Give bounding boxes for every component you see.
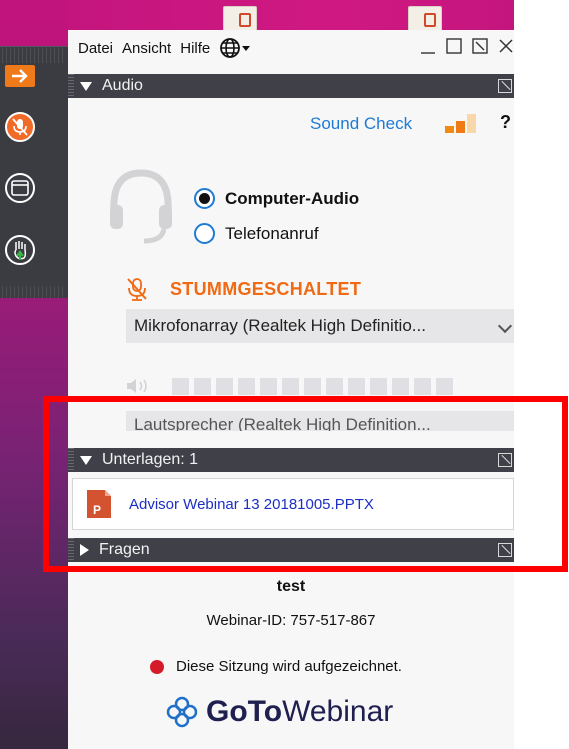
window-controls <box>420 38 514 54</box>
computer-audio-option[interactable]: Computer-Audio <box>194 188 359 209</box>
screen-view-button[interactable] <box>5 173 35 203</box>
caret-down-icon <box>242 46 251 51</box>
menu-file[interactable]: Datei <box>78 40 113 57</box>
desktop-file-icon[interactable] <box>408 6 442 30</box>
menu-view[interactable]: Ansicht <box>122 40 171 57</box>
menu-bar: Datei Ansicht Hilfe <box>68 30 514 66</box>
drag-grip[interactable] <box>2 47 66 63</box>
document-name-link[interactable]: Advisor Webinar 13 20181005.PPTX <box>129 496 374 513</box>
minimize-icon[interactable] <box>420 38 436 54</box>
drag-grip[interactable] <box>68 448 74 472</box>
speaker-dropdown[interactable]: Lautsprecher (Realtek High Definition... <box>126 411 514 431</box>
microphone-mute-button[interactable] <box>5 112 35 142</box>
restore-icon[interactable] <box>472 38 488 54</box>
phone-call-label: Telefonanruf <box>225 223 319 243</box>
language-menu[interactable] <box>219 37 251 59</box>
drag-grip[interactable] <box>68 538 74 562</box>
collapse-triangle-icon[interactable] <box>80 455 92 465</box>
window-icon <box>11 180 29 196</box>
muted-status-label: STUMMGESCHALTET <box>170 278 362 299</box>
muted-status[interactable]: STUMMGESCHALTET <box>126 277 361 301</box>
svg-text:P: P <box>93 503 101 517</box>
goto-flower-icon <box>166 696 198 728</box>
speaker-device-label: Lautsprecher (Realtek High Definition... <box>134 415 431 431</box>
speaker-icon <box>127 379 147 393</box>
desktop-wallpaper-top <box>68 0 514 30</box>
collapse-triangle-icon[interactable] <box>80 81 92 91</box>
menu-help[interactable]: Hilfe <box>180 40 210 57</box>
documents-section-title: Unterlagen: 1 <box>102 451 199 468</box>
brand-webinar-text: Webinar <box>282 695 394 728</box>
speaker-level-meter <box>126 377 453 395</box>
headset-icon <box>110 169 172 244</box>
documents-section-header[interactable]: Unterlagen: 1 <box>68 448 514 472</box>
collapse-arrow-button[interactable] <box>5 65 35 87</box>
gotowebinar-logo: GoTo Webinar <box>166 695 393 729</box>
webinar-id: Webinar-ID: 757-517-867 <box>206 612 376 629</box>
desktop-file-icon[interactable] <box>223 6 257 30</box>
recording-notice-text: Diese Sitzung wird aufgezeichnet. <box>176 658 402 675</box>
questions-section-title: Fragen <box>99 541 150 558</box>
expand-triangle-icon[interactable] <box>80 544 89 556</box>
radio-selected[interactable] <box>194 188 215 209</box>
radio-unselected[interactable] <box>194 223 215 244</box>
microphone-muted-icon <box>12 118 28 136</box>
popout-icon[interactable] <box>498 543 512 557</box>
volume-level-bars <box>172 377 453 395</box>
close-icon[interactable] <box>498 38 514 54</box>
audio-section-title: Audio <box>102 77 143 94</box>
microphone-muted-icon <box>127 278 147 301</box>
raise-hand-button[interactable] <box>5 235 35 265</box>
powerpoint-file-icon: P <box>87 490 111 518</box>
microphone-dropdown[interactable]: Mikrofonarray (Realtek High Definitio... <box>126 309 514 343</box>
audio-section-header[interactable]: Audio <box>68 74 514 98</box>
globe-icon <box>220 38 241 58</box>
drag-grip[interactable] <box>68 74 74 98</box>
drag-grip[interactable] <box>2 286 66 298</box>
phone-call-option[interactable]: Telefonanruf <box>194 223 319 244</box>
webinar-title: test <box>276 578 306 595</box>
raise-hand-icon <box>14 241 27 260</box>
recording-notice: Diese Sitzung wird aufgezeichnet. <box>150 658 402 675</box>
gotowebinar-panel: Datei Ansicht Hilfe Audio Sound Check ? … <box>68 30 514 749</box>
popout-icon[interactable] <box>498 79 512 93</box>
popout-icon[interactable] <box>498 453 512 467</box>
microphone-device-label: Mikrofonarray (Realtek High Definitio... <box>134 316 426 335</box>
sound-check-link[interactable]: Sound Check <box>310 114 412 134</box>
document-list-item[interactable]: P Advisor Webinar 13 20181005.PPTX <box>72 478 514 530</box>
signal-level-icon <box>445 114 476 133</box>
arrow-right-icon <box>12 69 28 83</box>
computer-audio-label: Computer-Audio <box>225 188 360 208</box>
brand-goto-text: GoTo <box>206 695 283 728</box>
recording-dot-icon <box>150 659 164 674</box>
chevron-down-icon <box>497 318 513 334</box>
control-panel-strip <box>0 46 68 298</box>
maximize-icon[interactable] <box>446 38 462 54</box>
help-icon[interactable]: ? <box>500 112 511 133</box>
questions-section-header[interactable]: Fragen <box>68 538 514 562</box>
